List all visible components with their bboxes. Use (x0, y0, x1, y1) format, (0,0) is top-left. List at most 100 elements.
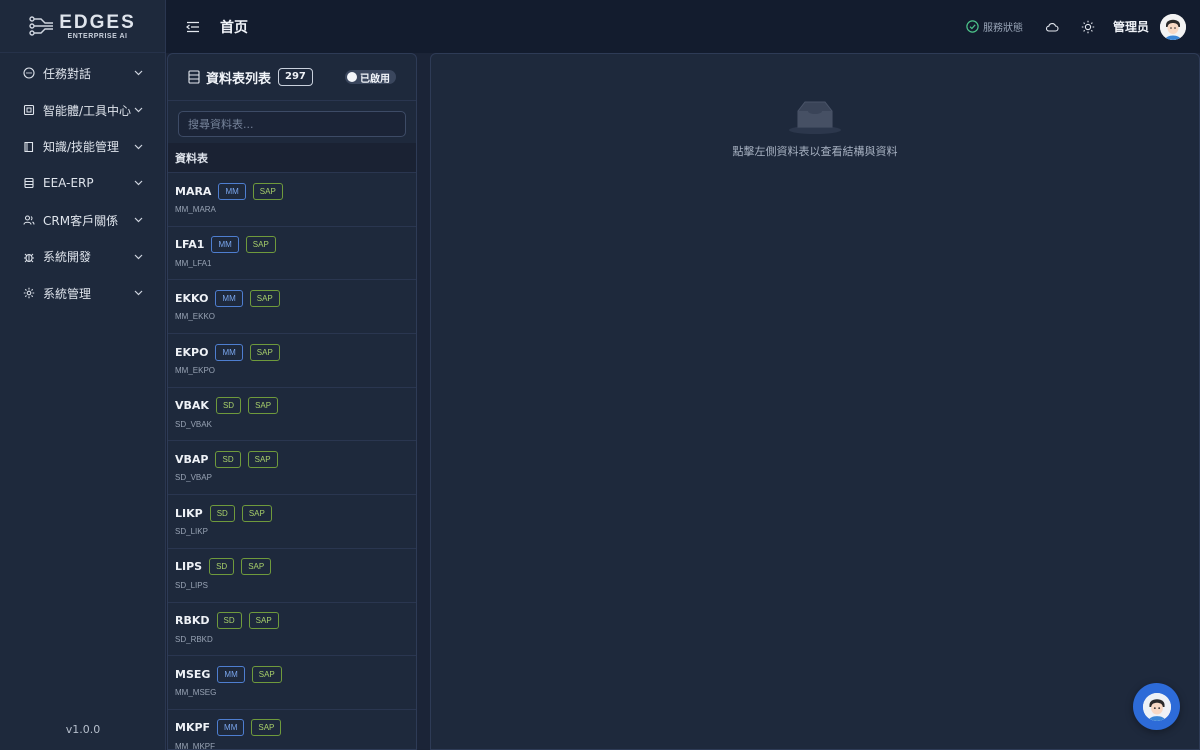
check-circle-icon (966, 20, 979, 33)
database-icon (23, 177, 35, 189)
agent-icon (23, 104, 35, 116)
chevron-down-icon (133, 68, 143, 78)
table-code: SD_LIKP (175, 527, 208, 537)
username[interactable]: 管理员 (1113, 18, 1149, 35)
sidebar-item-task-chat[interactable]: 任務對話 (0, 55, 165, 92)
table-row[interactable]: LIPS SD SAP SD_LIPS (168, 549, 416, 603)
brand-logo[interactable]: EDGES ENTERPRISE AI (0, 0, 165, 53)
table-name: VBAK (175, 399, 209, 413)
table-row[interactable]: RBKD SD SAP SD_RBKD (168, 603, 416, 657)
module-tag: SD (215, 450, 241, 468)
empty-state-text: 點擊左側資料表以查看結構與資料 (732, 145, 898, 158)
sidebar-item-label: 系統開發 (43, 250, 92, 265)
topbar: 首页 服務狀態 管理员 (166, 0, 1200, 53)
search-box (178, 111, 406, 137)
table-row[interactable]: MARA MM SAP MM_MARA (168, 173, 416, 227)
cloud-icon[interactable] (1045, 20, 1059, 34)
table-name: LFA1 (175, 238, 205, 252)
table-name: MARA (175, 184, 212, 198)
gear-icon (23, 287, 35, 299)
sidebar-nav: 任務對話 智能體/工具中心 知識/技能管理 EEA-ERP CRM客戶關係 系統… (0, 53, 165, 312)
table-code: SD_LIPS (175, 580, 208, 590)
theme-toggle-sun-icon[interactable] (1081, 20, 1095, 34)
book-icon (23, 141, 35, 153)
module-tag: SD (209, 558, 235, 576)
module-tag: MM (217, 719, 245, 737)
table-row[interactable]: EKKO MM SAP MM_EKKO (168, 280, 416, 335)
brand-tagline: ENTERPRISE AI (67, 32, 128, 40)
system-tag: SAP (249, 289, 280, 307)
table-list-header: 資料表列表 297 已啟用 (168, 54, 416, 101)
table-code: MM_MSEG (175, 688, 217, 698)
table-row[interactable]: VBAK SD SAP SD_VBAK (168, 388, 416, 442)
table-code: MM_LFA1 (175, 258, 212, 268)
menu-collapse-icon[interactable] (186, 20, 200, 34)
sidebar-item-admin[interactable]: 系統管理 (0, 275, 165, 312)
sidebar: EDGES ENTERPRISE AI 任務對話 智能體/工具中心 知識/技能管… (0, 0, 166, 750)
chevron-down-icon (133, 215, 143, 225)
system-tag: SAP (252, 182, 283, 200)
sidebar-item-label: 智能體/工具中心 (43, 103, 132, 118)
system-tag: SAP (249, 343, 280, 361)
module-tag: MM (215, 289, 243, 307)
page-title: 首页 (220, 19, 248, 36)
table-name: EKPO (175, 345, 209, 359)
module-tag: SD (215, 397, 242, 415)
sidebar-item-erp[interactable]: EEA-ERP (0, 165, 165, 202)
table-list-title: 資料表列表 (206, 71, 272, 87)
empty-inbox-icon (789, 101, 841, 134)
sidebar-item-agent-center[interactable]: 智能體/工具中心 (0, 92, 165, 129)
table-code: MM_MARA (175, 205, 216, 214)
chevron-down-icon (133, 288, 143, 298)
chat-icon (23, 67, 35, 79)
toggle-knob (347, 72, 357, 82)
table-row[interactable]: VBAP SD SAP SD_VBAP (168, 441, 416, 496)
system-tag: SAP (241, 558, 272, 576)
table-list: MARA MM SAP MM_MARA LFA1 MM SAP MM_LFA1 … (168, 173, 416, 749)
sidebar-item-label: CRM客戶關係 (43, 213, 119, 228)
table-name: EKKO (175, 291, 209, 305)
sidebar-item-dev[interactable]: 系統開發 (0, 238, 165, 275)
table-row[interactable]: MKPF MM SAP MM_MKPF (168, 710, 416, 749)
table-name: MKPF (175, 721, 211, 735)
table-name: VBAP (175, 452, 209, 466)
table-row[interactable]: LIKP SD SAP SD_LIKP (168, 495, 416, 549)
sidebar-item-label: 任務對話 (43, 66, 92, 81)
module-tag: MM (217, 665, 245, 683)
column-header: 資料表 (168, 143, 416, 173)
table-name: RBKD (175, 614, 210, 627)
table-row[interactable]: MSEG MM SAP MM_MSEG (168, 656, 416, 710)
sidebar-item-crm[interactable]: CRM客戶關係 (0, 202, 165, 239)
toggle-label: 已啟用 (360, 73, 390, 85)
brand-name: EDGES (59, 11, 136, 33)
system-tag: SAP (248, 397, 279, 415)
module-tag: MM (218, 182, 246, 200)
sidebar-item-label: 系統管理 (43, 286, 92, 301)
service-status[interactable]: 服務狀態 (966, 19, 1023, 34)
table-list-panel: 資料表列表 297 已啟用 資料表 MARA MM SAP MM_MARA LF… (167, 53, 417, 750)
system-tag: SAP (247, 450, 278, 468)
app-version: v1.0.0 (65, 723, 101, 736)
table-name: MSEG (175, 667, 211, 681)
module-tag: SD (209, 504, 235, 522)
sidebar-item-knowledge[interactable]: 知識/技能管理 (0, 128, 165, 165)
system-tag: SAP (248, 612, 279, 629)
system-tag: SAP (251, 665, 282, 683)
user-avatar-icon (1160, 13, 1186, 40)
table-row[interactable]: EKPO MM SAP MM_EKPO (168, 334, 416, 388)
table-code: MM_EKPO (175, 366, 216, 376)
table-code: MM_EKKO (175, 312, 216, 322)
users-icon (23, 214, 35, 226)
chevron-down-icon (133, 142, 143, 152)
table-count-badge: 297 (278, 68, 313, 86)
chevron-down-icon (133, 105, 143, 115)
assistant-chat-button[interactable] (1133, 683, 1180, 730)
search-input[interactable] (179, 112, 405, 136)
module-tag: SD (216, 612, 242, 629)
avatar[interactable] (1160, 13, 1186, 40)
circuit-logo-icon (29, 16, 54, 36)
enabled-filter-toggle[interactable]: 已啟用 (345, 70, 396, 85)
table-row[interactable]: LFA1 MM SAP MM_LFA1 (168, 227, 416, 281)
module-tag: MM (215, 343, 243, 361)
chevron-down-icon (133, 252, 143, 262)
